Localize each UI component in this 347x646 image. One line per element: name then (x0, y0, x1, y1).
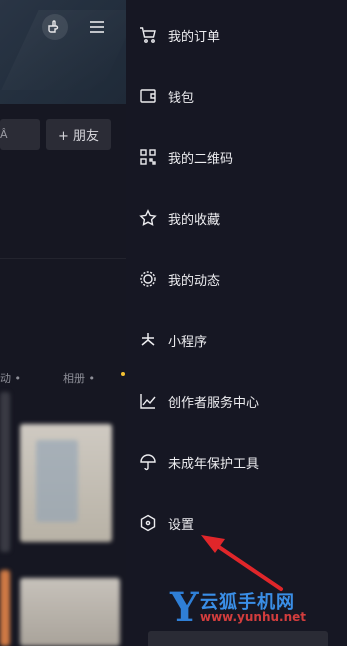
star-icon (136, 206, 160, 230)
menu-item-label: 我的订单 (168, 29, 221, 45)
annotation-arrow (201, 535, 283, 591)
menu-item-label: 未成年保护工具 (168, 456, 260, 472)
watermark-letter: Y (170, 584, 199, 631)
menu-item-activity[interactable]: 我的动态 (136, 259, 336, 299)
menu-item-wallet[interactable]: 钱包 (136, 76, 336, 116)
menu-item-label: 我的收藏 (168, 212, 221, 228)
edit-profile-button[interactable]: Â (0, 119, 40, 150)
menu-item-orders[interactable]: 我的订单 (136, 15, 336, 55)
settings-icon (136, 511, 160, 535)
menu-item-miniprogram[interactable]: 小程序 (136, 320, 336, 360)
video-thumbnail[interactable] (20, 578, 120, 646)
qrcode-icon (136, 145, 160, 169)
menu-item-label: 创作者服务中心 (168, 395, 260, 411)
add-friend-button[interactable]: + 朋友 (46, 119, 111, 150)
hamburger-menu-icon[interactable] (84, 14, 110, 40)
menu-item-label: 小程序 (168, 334, 208, 350)
menu-item-minor-protection[interactable]: 未成年保护工具 (136, 442, 336, 482)
menu-item-label: 我的动态 (168, 273, 221, 289)
video-grid (0, 392, 126, 646)
tab-album[interactable]: 相册 • (63, 370, 95, 386)
divider (0, 258, 126, 259)
background-profile-page: Â + 朋友 动 • 相册 • (0, 0, 126, 646)
menu-item-favorites[interactable]: 我的收藏 (136, 198, 336, 238)
video-thumbnail[interactable] (0, 570, 10, 646)
menu-item-label: 我的二维码 (168, 151, 234, 167)
menu-item-label: 设置 (168, 517, 195, 533)
tab-fragment[interactable]: 动 • (0, 370, 21, 386)
activity-icon (136, 267, 160, 291)
watermark-url: www.yunhu.net (200, 610, 307, 624)
wallet-icon (136, 84, 160, 108)
video-thumbnail[interactable] (0, 392, 10, 552)
edit-profile-label: Â (0, 128, 8, 141)
profile-tabs: 动 • 相册 • (0, 366, 126, 386)
cart-icon (136, 23, 160, 47)
notification-dot (121, 372, 125, 376)
miniprogram-icon (136, 328, 160, 352)
umbrella-icon (136, 450, 160, 474)
video-thumbnail[interactable] (36, 440, 78, 522)
watermark-logo: Y 云狐手机网 www.yunhu.net (170, 586, 347, 634)
menu-item-qrcode[interactable]: 我的二维码 (136, 137, 336, 177)
chart-icon (136, 389, 160, 413)
add-friend-label: + 朋友 (57, 129, 100, 144)
menu-item-creator-center[interactable]: 创作者服务中心 (136, 381, 336, 421)
hand-pointer-icon[interactable] (42, 14, 68, 40)
profile-banner (0, 0, 126, 104)
menu-item-label: 钱包 (168, 90, 195, 106)
